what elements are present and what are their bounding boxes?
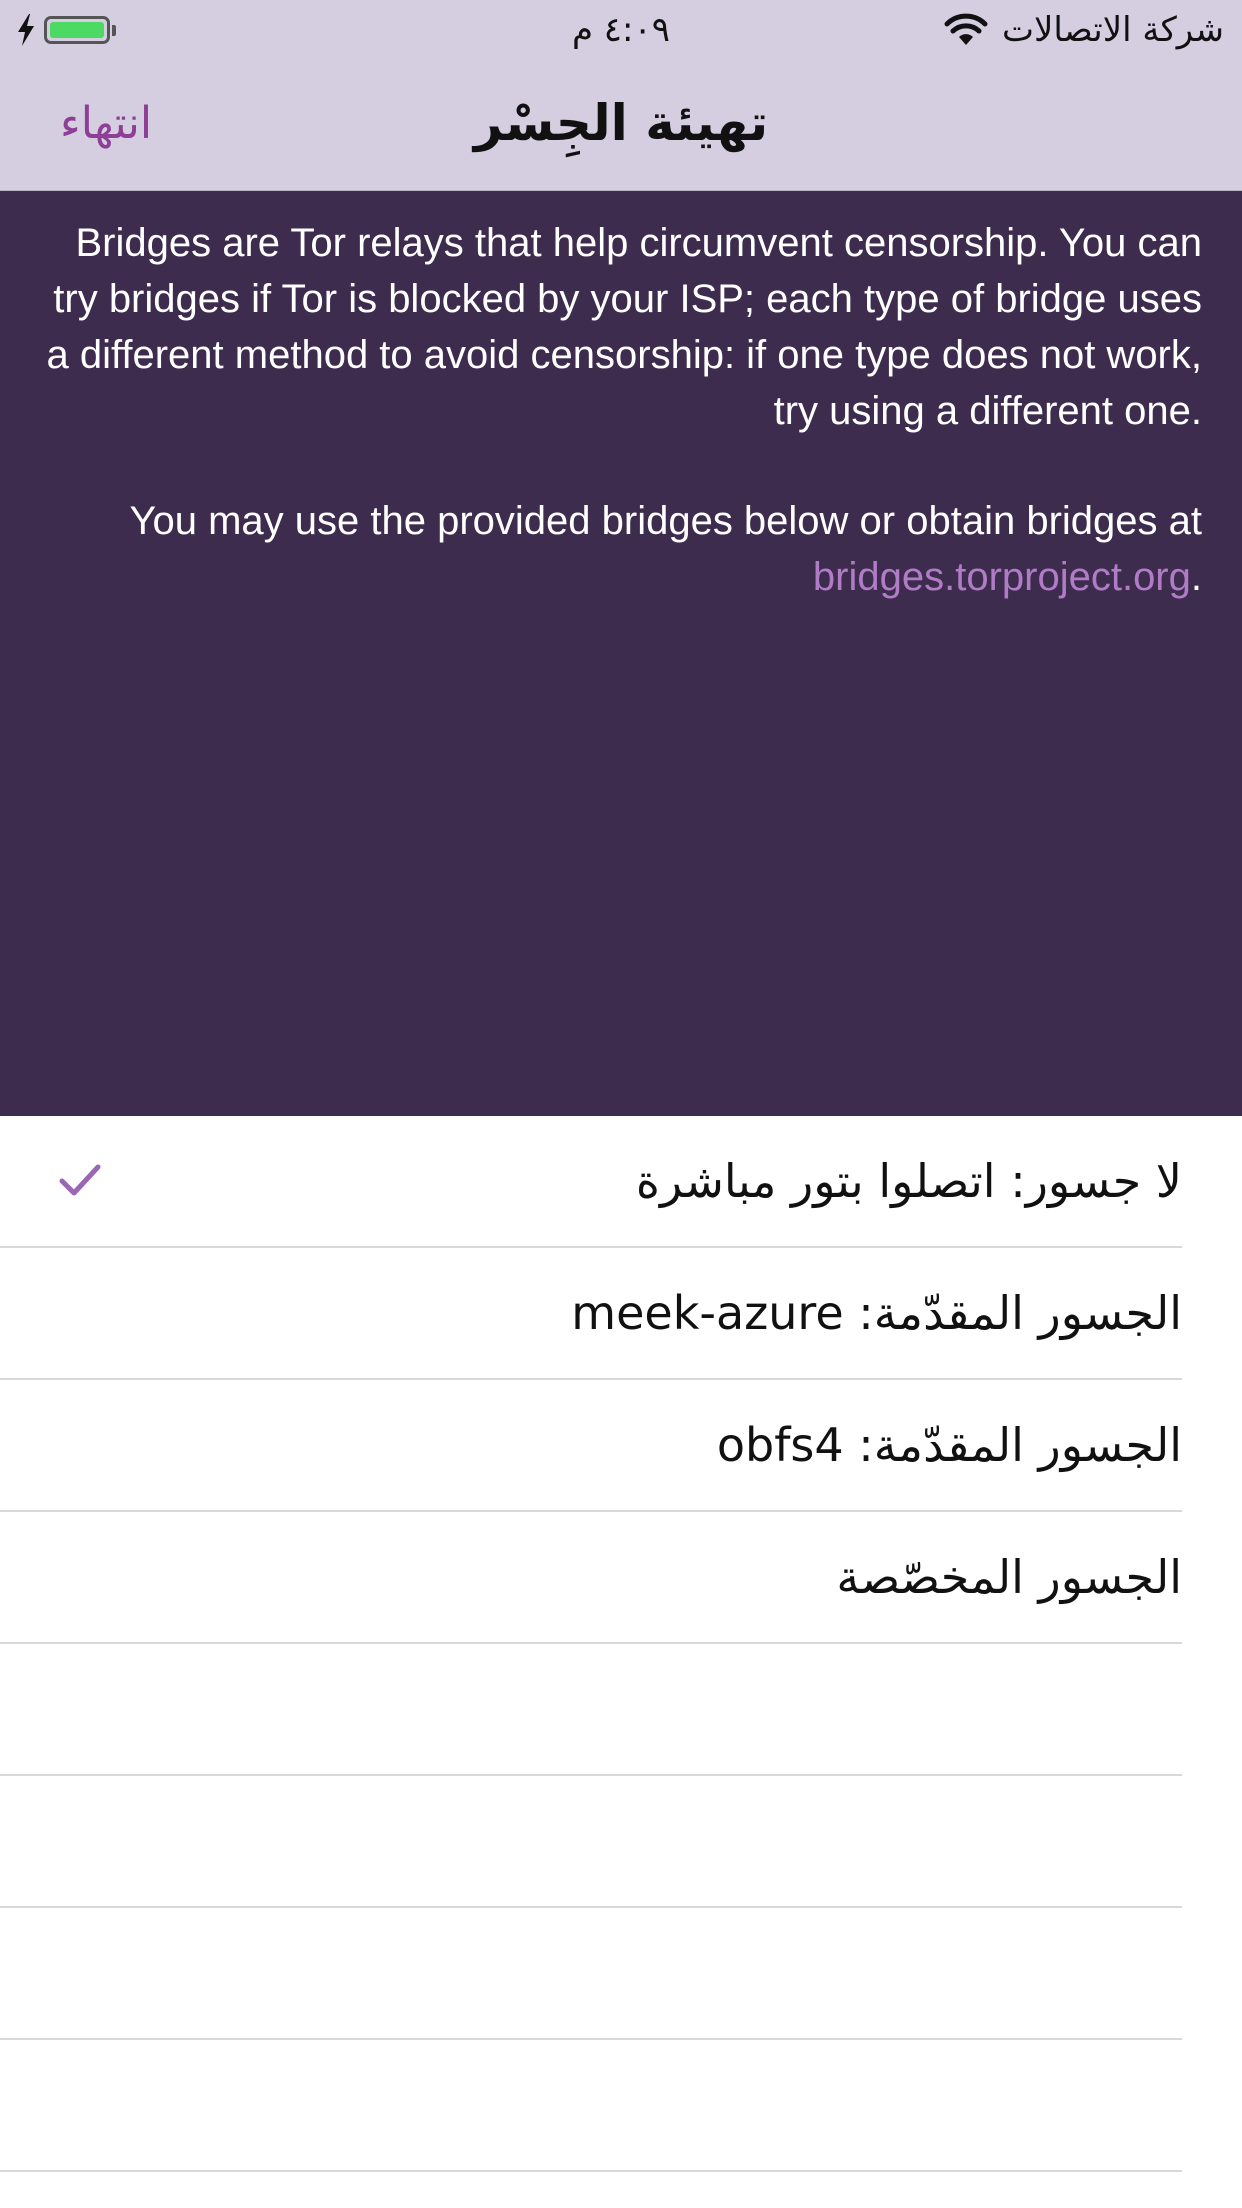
option-meek-azure[interactable]: الجسور المقدّمة: meek-azure [0, 1248, 1242, 1380]
option-custom-bridges[interactable]: الجسور المخصّصة [0, 1512, 1242, 1644]
status-bar: ٤:٠٩ م شركة الاتصالات [0, 0, 1242, 60]
wifi-icon [944, 13, 988, 45]
info-text: Bridges are Tor relays that help circumv… [40, 215, 1202, 659]
info-paragraph-2-text: You may use the provided bridges below o… [129, 499, 1202, 543]
checkmark-icon [59, 1164, 101, 1196]
navigation-bar: انتهاء تهيئة الجِسْر [0, 60, 1242, 191]
info-paragraph-1: Bridges are Tor relays that help circumv… [46, 221, 1202, 433]
info-paragraph-2-period: . [1190, 555, 1202, 599]
carrier-group: شركة الاتصالات [944, 6, 1224, 54]
row-divider [0, 2170, 1182, 2172]
carrier-name: شركة الاتصالات [1001, 10, 1224, 50]
bridges-link[interactable]: bridges.torproject.org [813, 555, 1191, 599]
bridge-options-list: لا جسور: اتصلوا بتور مباشرة الجسور المقد… [0, 1116, 1242, 2172]
info-paragraph-2: You may use the provided bridges below o… [40, 493, 1202, 605]
bridges-info-panel: Bridges are Tor relays that help circumv… [0, 191, 1242, 1116]
empty-row [0, 1644, 1242, 1776]
empty-row [0, 2040, 1242, 2172]
bridge-configuration-screen: ٤:٠٩ م شركة الاتصالات انتهاء تهيئة الجِس… [0, 0, 1242, 2208]
empty-row [0, 1908, 1242, 2040]
empty-row [0, 1776, 1242, 1908]
option-label: الجسور المقدّمة: obfs4 [716, 1418, 1182, 1472]
option-label: الجسور المخصّصة [836, 1550, 1182, 1604]
option-label: لا جسور: اتصلوا بتور مباشرة [635, 1154, 1182, 1208]
option-label: الجسور المقدّمة: meek-azure [571, 1286, 1182, 1340]
option-obfs4[interactable]: الجسور المقدّمة: obfs4 [0, 1380, 1242, 1512]
option-no-bridges[interactable]: لا جسور: اتصلوا بتور مباشرة [0, 1116, 1242, 1248]
page-title: تهيئة الجِسْر [473, 94, 769, 152]
